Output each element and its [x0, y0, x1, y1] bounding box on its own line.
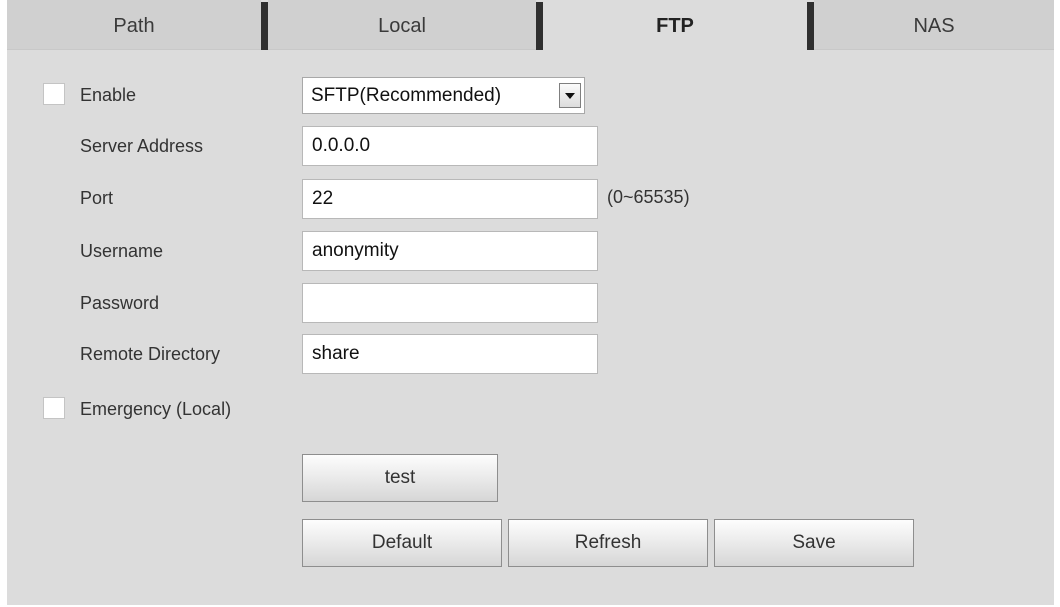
enable-checkbox[interactable]	[43, 83, 65, 105]
password-input[interactable]	[302, 283, 598, 323]
tab-separator	[261, 2, 268, 50]
tab-path[interactable]: Path	[7, 0, 261, 50]
tab-separator	[536, 2, 543, 50]
tab-ftp[interactable]: FTP	[543, 0, 807, 50]
tab-separator	[807, 2, 814, 50]
tab-bar: Path Local FTP NAS	[7, 0, 1054, 50]
port-range-hint: (0~65535)	[607, 187, 690, 207]
port-label: Port	[80, 188, 114, 208]
username-label: Username	[80, 241, 164, 261]
emergency-local-checkbox[interactable]	[43, 397, 65, 419]
port-input[interactable]	[302, 179, 598, 219]
remote-directory-input[interactable]	[302, 334, 598, 374]
server-address-label: Server Address	[80, 136, 204, 156]
tab-nas[interactable]: NAS	[814, 0, 1054, 50]
dropdown-arrow-icon[interactable]	[559, 83, 581, 108]
server-address-input[interactable]	[302, 126, 598, 166]
emergency-local-label: Emergency (Local)	[80, 399, 232, 419]
protocol-select[interactable]: SFTP(Recommended)	[302, 77, 585, 114]
password-label: Password	[80, 293, 160, 313]
tab-local[interactable]: Local	[268, 0, 536, 50]
save-button[interactable]: Save	[714, 519, 914, 567]
enable-label: Enable	[80, 85, 137, 105]
default-button[interactable]: Default	[302, 519, 502, 567]
username-input[interactable]	[302, 231, 598, 271]
remote-directory-label: Remote Directory	[80, 344, 221, 364]
test-button[interactable]: test	[302, 454, 498, 502]
refresh-button[interactable]: Refresh	[508, 519, 708, 567]
protocol-select-value: SFTP(Recommended)	[311, 85, 502, 106]
